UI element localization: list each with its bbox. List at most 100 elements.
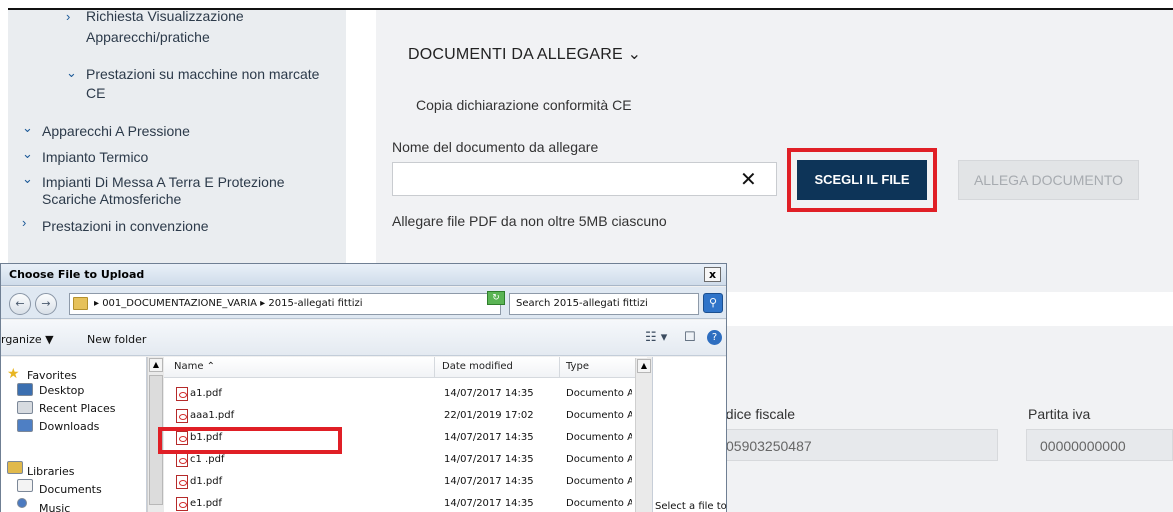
file-date: 14/07/2017 14:35 bbox=[444, 498, 534, 509]
pdf-file-icon bbox=[176, 497, 188, 511]
dialog-toolbar: rganize ▼ New folder ☷ ▾ ☐ ? bbox=[1, 320, 726, 356]
sidebar-item-impianti-terra[interactable]: ⌄ Impianti Di Messa A Terra E Protezione… bbox=[22, 171, 332, 210]
organize-menu[interactable]: rganize ▼ bbox=[1, 333, 54, 346]
sidebar-item-label: Prestazioni su macchine non marcate bbox=[86, 66, 320, 82]
file-date: 14/07/2017 14:35 bbox=[444, 388, 534, 399]
scroll-up-icon[interactable]: ▲ bbox=[637, 359, 651, 373]
nav-recent-places[interactable]: Recent Places bbox=[39, 402, 116, 415]
clear-icon[interactable]: ✕ bbox=[740, 167, 757, 192]
sidebar-item-label: Apparecchi A Pressione bbox=[42, 123, 190, 139]
sidebar-item-prestazioni-macchine[interactable]: ⌄ Prestazioni su macchine non marcate CE bbox=[66, 65, 336, 102]
chevron-down-icon: ⌄ bbox=[66, 65, 77, 80]
chevron-down-icon: ⌄ bbox=[22, 171, 33, 186]
pdf-file-icon bbox=[176, 453, 188, 467]
partita-iva-label: Partita iva bbox=[1028, 406, 1091, 422]
column-name[interactable]: Name ⌃ bbox=[174, 361, 215, 372]
refresh-icon[interactable]: ↻ bbox=[487, 291, 505, 305]
choose-file-button[interactable]: SCEGLI IL FILE bbox=[797, 160, 927, 200]
nav-documents[interactable]: Documents bbox=[39, 483, 102, 496]
dialog-title: Choose File to Upload bbox=[9, 268, 145, 281]
nav-downloads[interactable]: Downloads bbox=[39, 420, 99, 433]
file-name: e1.pdf bbox=[190, 498, 222, 509]
codice-fiscale-value: 05903250487 bbox=[726, 438, 812, 454]
column-date-modified[interactable]: Date modified bbox=[442, 361, 513, 372]
preview-pane: Select a file to bbox=[652, 357, 727, 512]
file-type: Documento Ac bbox=[566, 410, 632, 421]
file-row[interactable]: aaa1.pdf 22/01/2019 17:02 Documento Ac bbox=[164, 405, 647, 427]
folder-icon bbox=[73, 297, 88, 310]
highlight-annotation bbox=[158, 427, 342, 454]
dialog-nav-pane: ★ Favorites Desktop Recent Places Downlo… bbox=[1, 357, 147, 512]
file-type: Documento Ac bbox=[566, 454, 632, 465]
file-name: a1.pdf bbox=[190, 388, 222, 399]
new-folder-button[interactable]: New folder bbox=[87, 333, 146, 346]
file-date: 14/07/2017 14:35 bbox=[444, 454, 534, 465]
file-type: Documento Ac bbox=[566, 432, 632, 443]
file-name: c1 .pdf bbox=[190, 454, 225, 465]
column-type[interactable]: Type bbox=[566, 361, 589, 372]
search-placeholder: Search 2015-allegati fittizi bbox=[516, 298, 648, 309]
column-divider[interactable] bbox=[559, 357, 560, 378]
scroll-up-icon[interactable]: ▲ bbox=[149, 358, 163, 372]
section-title-documenti[interactable]: DOCUMENTI DA ALLEGARE ⌄ bbox=[408, 44, 641, 64]
file-date: 14/07/2017 14:35 bbox=[444, 476, 534, 487]
libraries-icon bbox=[7, 461, 23, 474]
sidebar-item-label: Richiesta Visualizzazione bbox=[86, 8, 244, 24]
sidebar-item-richiesta-visualizzazione[interactable]: › Richiesta Visualizzazione Apparecchi/p… bbox=[66, 8, 336, 46]
file-list-scrollbar[interactable]: ▲ bbox=[635, 358, 652, 512]
chevron-down-icon: ⌄ bbox=[22, 146, 33, 161]
documents-icon bbox=[17, 479, 33, 492]
file-list-header: Name ⌃ Date modified Type bbox=[164, 357, 647, 378]
preview-pane-icon[interactable]: ☐ bbox=[684, 330, 696, 345]
chevron-right-icon: › bbox=[66, 9, 71, 24]
file-date: 22/01/2019 17:02 bbox=[444, 410, 534, 421]
search-input[interactable]: Search 2015-allegati fittizi bbox=[509, 293, 699, 315]
pdf-file-icon bbox=[176, 409, 188, 423]
sidebar-item-label: Impianto Termico bbox=[42, 149, 149, 165]
desktop-icon bbox=[17, 383, 33, 396]
nav-favorites[interactable]: Favorites bbox=[27, 369, 77, 382]
nav-desktop[interactable]: Desktop bbox=[39, 384, 84, 397]
pdf-file-icon bbox=[176, 387, 188, 401]
codice-fiscale-label: odice fiscale bbox=[718, 406, 796, 422]
file-type: Documento Ac bbox=[566, 388, 632, 399]
pdf-file-icon bbox=[176, 475, 188, 489]
file-row[interactable]: e1.pdf 14/07/2017 14:35 Documento Ac bbox=[164, 493, 647, 512]
file-date: 14/07/2017 14:35 bbox=[444, 432, 534, 443]
sidebar-item-label: Scariche Atmosferiche bbox=[42, 191, 182, 207]
column-divider[interactable] bbox=[434, 357, 435, 378]
downloads-icon bbox=[17, 419, 33, 432]
sidebar-item-prestazioni-convenzione[interactable]: › Prestazioni in convenzione bbox=[22, 215, 322, 236]
file-name: d1.pdf bbox=[190, 476, 223, 487]
sidebar-item-label: Apparecchi/pratiche bbox=[86, 29, 210, 45]
address-bar[interactable]: ▸ 001_DOCUMENTAZIONE_VARIA ▸ 2015-allega… bbox=[69, 293, 546, 315]
back-icon[interactable]: ← bbox=[9, 293, 31, 315]
nav-music[interactable]: Music bbox=[39, 502, 70, 512]
view-options-icon[interactable]: ☷ ▾ bbox=[645, 330, 667, 345]
sidebar-item-apparecchi-pressione[interactable]: ⌄ Apparecchi A Pressione bbox=[22, 120, 322, 141]
file-row[interactable]: a1.pdf 14/07/2017 14:35 Documento Ac bbox=[164, 383, 647, 405]
file-type: Documento Ac bbox=[566, 498, 632, 509]
nav-libraries[interactable]: Libraries bbox=[27, 465, 75, 478]
sidebar-item-impianto-termico[interactable]: ⌄ Impianto Termico bbox=[22, 146, 322, 167]
field-label: Nome del documento da allegare bbox=[392, 139, 599, 155]
breadcrumb[interactable]: ▸ 001_DOCUMENTAZIONE_VARIA ▸ 2015-allega… bbox=[94, 298, 363, 309]
preview-message: Select a file to bbox=[655, 501, 727, 512]
sidebar-item-label: Prestazioni in convenzione bbox=[42, 218, 209, 234]
file-name-field[interactable] bbox=[392, 162, 777, 196]
attach-document-button[interactable]: ALLEGA DOCUMENTO bbox=[958, 160, 1139, 200]
file-upload-dialog: Choose File to Upload x ← → ▸ 001_DOCUME… bbox=[0, 263, 727, 512]
chevron-down-icon: ⌄ bbox=[22, 120, 33, 135]
partita-iva-value: 00000000000 bbox=[1040, 438, 1126, 454]
forward-icon[interactable]: → bbox=[35, 293, 57, 315]
sidebar-item-label: CE bbox=[86, 85, 106, 101]
file-row[interactable]: d1.pdf 14/07/2017 14:35 Documento Ac bbox=[164, 471, 647, 493]
close-icon[interactable]: x bbox=[704, 267, 721, 282]
search-icon[interactable]: ⚲ bbox=[703, 293, 723, 313]
help-icon[interactable]: ? bbox=[707, 330, 722, 345]
star-icon: ★ bbox=[7, 366, 20, 382]
file-name: aaa1.pdf bbox=[190, 410, 235, 421]
upload-hint: Allegare file PDF da non oltre 5MB ciasc… bbox=[392, 213, 667, 229]
address-row: ← → ▸ 001_DOCUMENTAZIONE_VARIA ▸ 2015-al… bbox=[1, 287, 726, 319]
dialog-titlebar[interactable]: Choose File to Upload x bbox=[1, 264, 726, 286]
